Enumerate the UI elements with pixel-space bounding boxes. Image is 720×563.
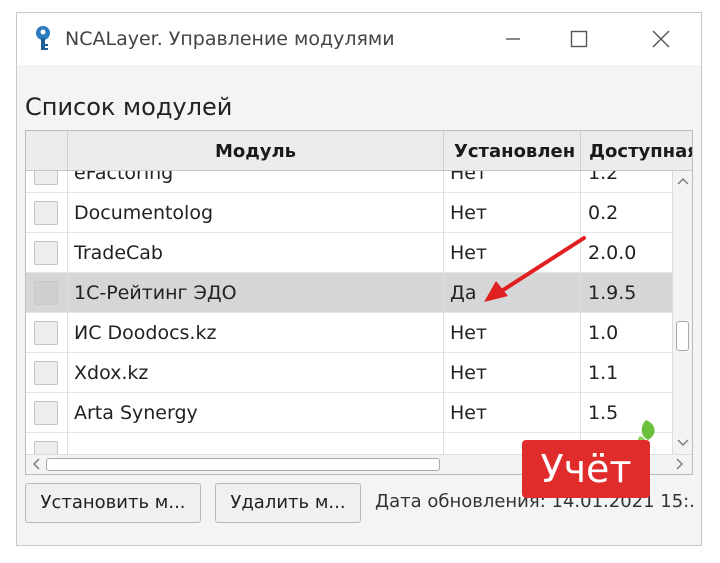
scroll-down-button[interactable] bbox=[675, 435, 691, 451]
minimize-icon bbox=[506, 38, 520, 40]
modules-table: Модуль Установлен Доступная eFactoring Н… bbox=[25, 130, 693, 475]
key-icon bbox=[36, 26, 50, 50]
table-row[interactable]: Arta Synergy Нет 1.5 bbox=[26, 393, 672, 433]
install-module-button[interactable]: Установить м... bbox=[25, 483, 201, 523]
title-bar: NCALayer. Управление модулями bbox=[17, 13, 701, 65]
module-name: eFactoring bbox=[74, 171, 174, 184]
available-version: 0.2 bbox=[588, 202, 619, 224]
column-divider bbox=[580, 171, 581, 454]
installed-value: Нет bbox=[450, 322, 488, 344]
module-name: Xdox.kz bbox=[74, 362, 149, 384]
window-title: NCALayer. Управление модулями bbox=[65, 28, 395, 50]
available-version: 1.2 bbox=[588, 171, 619, 184]
horizontal-scroll-thumb[interactable] bbox=[46, 458, 440, 471]
module-name: ИС Doodocs.kz bbox=[74, 322, 217, 344]
maximize-button[interactable] bbox=[557, 21, 601, 57]
vertical-scrollbar[interactable] bbox=[672, 171, 692, 454]
minimize-button[interactable] bbox=[491, 21, 535, 57]
column-header-installed[interactable]: Установлен bbox=[444, 131, 581, 170]
row-checkbox[interactable] bbox=[34, 401, 58, 425]
remove-module-button[interactable]: Удалить м... bbox=[215, 483, 361, 523]
chevron-left-icon bbox=[33, 458, 40, 470]
row-checkbox[interactable] bbox=[34, 361, 58, 385]
chevron-down-icon bbox=[677, 439, 689, 446]
table-row[interactable]: eFactoring Нет 1.2 bbox=[26, 171, 672, 193]
column-divider bbox=[67, 171, 68, 454]
scroll-up-button[interactable] bbox=[675, 173, 691, 189]
chevron-right-icon bbox=[676, 458, 683, 470]
module-name: TradeCab bbox=[74, 242, 163, 264]
row-checkbox[interactable] bbox=[34, 281, 58, 305]
installed-value: Нет bbox=[450, 202, 488, 224]
uchet-logo-badge: Учёт bbox=[522, 440, 650, 498]
module-name: Arta Synergy bbox=[74, 402, 198, 424]
vertical-scroll-thumb[interactable] bbox=[676, 321, 689, 351]
module-name: Documentolog bbox=[74, 202, 214, 224]
row-checkbox[interactable] bbox=[34, 201, 58, 225]
installed-value: Нет bbox=[450, 171, 488, 184]
table-row[interactable]: Xdox.kz Нет 1.1 bbox=[26, 353, 672, 393]
table-row[interactable]: ИС Doodocs.kz Нет 1.0 bbox=[26, 313, 672, 353]
column-header-module[interactable]: Модуль bbox=[68, 131, 444, 170]
installed-value: Нет bbox=[450, 402, 488, 424]
available-version: 1.9.5 bbox=[588, 282, 637, 304]
module-name bbox=[74, 433, 440, 454]
column-header-select[interactable] bbox=[26, 131, 68, 170]
close-icon bbox=[652, 30, 670, 48]
installed-value: Нет bbox=[450, 362, 488, 384]
table-row[interactable]: Documentolog Нет 0.2 bbox=[26, 193, 672, 233]
row-checkbox[interactable] bbox=[34, 241, 58, 265]
available-version: 2.0.0 bbox=[588, 242, 637, 264]
available-version: 1.0 bbox=[588, 322, 619, 344]
module-name: 1С-Рейтинг ЭДО bbox=[74, 282, 237, 304]
installed-value: Нет bbox=[450, 242, 488, 264]
available-version: 1.1 bbox=[588, 362, 619, 384]
row-checkbox[interactable] bbox=[34, 441, 58, 454]
table-row-selected[interactable]: 1С-Рейтинг ЭДО Да 1.9.5 bbox=[26, 273, 672, 313]
maximize-icon bbox=[570, 30, 588, 48]
module-list-heading: Список модулей bbox=[25, 93, 233, 121]
close-button[interactable] bbox=[639, 21, 683, 57]
table-row[interactable]: TradeCab Нет 2.0.0 bbox=[26, 233, 672, 273]
column-header-available[interactable]: Доступная bbox=[581, 131, 692, 170]
scroll-right-button[interactable] bbox=[672, 456, 688, 472]
scroll-left-button[interactable] bbox=[28, 456, 44, 472]
installed-value: Да bbox=[450, 282, 477, 304]
row-checkbox[interactable] bbox=[34, 171, 58, 185]
column-divider bbox=[443, 171, 444, 454]
table-body: eFactoring Нет 1.2 Documentolog Нет 0.2 … bbox=[26, 171, 672, 454]
chevron-up-icon bbox=[677, 178, 689, 185]
table-header: Модуль Установлен Доступная bbox=[26, 131, 692, 171]
row-checkbox[interactable] bbox=[34, 321, 58, 345]
